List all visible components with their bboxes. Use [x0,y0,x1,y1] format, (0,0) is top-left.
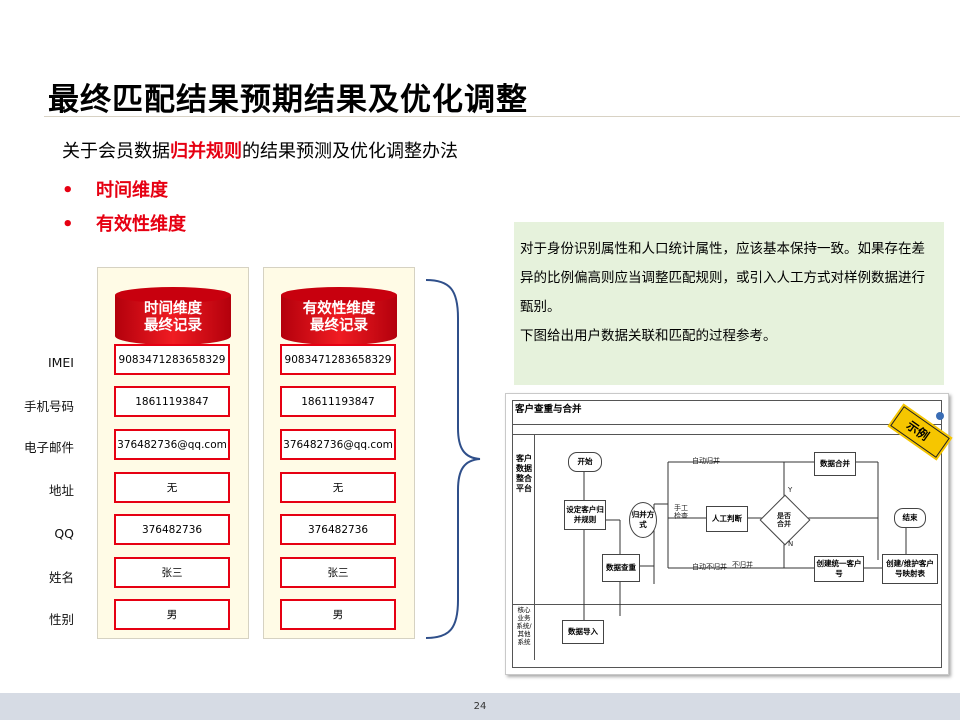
edge-no: N [788,540,794,548]
edge-manual-check: 手工检查 [674,504,688,520]
footer-bar: 24 [0,693,960,720]
record-value-gender: 男 [114,599,230,630]
row-label-email: 电子邮件 [23,440,74,455]
record-header-line2: 最终记录 [144,318,202,334]
record-value-email: 376482736@qq.com [280,429,396,460]
bullet-marker: • [62,180,74,201]
intro-prefix: 关于会员数据 [62,141,170,162]
record-value-gender: 男 [280,599,396,630]
record-value-phone: 18611193847 [114,386,230,417]
record-panel-validity: 有效性维度 最终记录 9083471283658329 18611193847 3… [263,267,415,639]
node-manual-judge: 人工判断 [706,506,748,532]
node-build-map: 创建/维护客户号映射表 [882,554,938,584]
curly-brace-icon [425,279,481,639]
example-badge: 示例 [888,406,950,458]
pin-icon [936,412,944,420]
edge-yes: Y [788,486,793,494]
intro-suffix: 的结果预测及优化调整办法 [242,141,458,162]
record-value-qq: 376482736 [280,514,396,545]
page-number: 24 [473,701,487,712]
row-label-phone: 手机号码 [23,399,74,414]
record-value-imei: 9083471283658329 [114,344,230,375]
row-label-imei: IMEI [47,355,74,370]
edge-auto-no-merge: 自动不归并 [692,563,727,571]
node-merge-mode: 归并方式 [629,502,657,538]
node-start: 开始 [568,452,602,472]
node-set-rules: 设定客户归并规则 [564,500,606,530]
record-value-name: 张三 [280,557,396,588]
page-title: 最终匹配结果预期结果及优化调整 [48,82,528,118]
edge-auto-merge: 自动归并 [692,457,720,465]
node-end: 结束 [894,508,926,528]
node-data-merge: 数据合并 [814,452,856,476]
intro-text: 关于会员数据归并规则的结果预测及优化调整办法 [62,137,458,163]
record-header-cylinder: 有效性维度 最终记录 [281,286,397,345]
record-header-line1: 有效性维度 [302,301,376,317]
intro-highlight: 归并规则 [170,141,242,162]
record-header-line1: 时间维度 [144,301,202,317]
node-merge-decision: 是否合并 [777,512,791,528]
note-paragraph-2: 下图给出用户数据关联和匹配的过程参考。 [520,328,777,344]
row-label-address: 地址 [48,483,74,498]
note-paragraph-1: 对于身份识别属性和人口统计属性，应该基本保持一致。如果存在差异的比例偏高则应当调… [520,241,925,315]
bullet-validity-label: 有效性维度 [96,214,186,235]
bullet-marker: • [62,214,74,235]
row-label-gender: 性别 [48,612,74,627]
note-box: 对于身份识别属性和人口统计属性，应该基本保持一致。如果存在差异的比例偏高则应当调… [514,222,944,385]
flow-diagram: 客户查重与合并 客户数据整合平台 核心业务系统/其他系统 开始 设定客户归并规则… [505,393,950,675]
node-create-id: 创建统一客户号 [814,556,864,582]
record-value-phone: 18611193847 [280,386,396,417]
node-data-check: 数据查重 [602,554,640,582]
record-value-address: 无 [114,472,230,503]
bullet-validity: • 有效性维度 [62,210,186,236]
bullet-time-label: 时间维度 [96,180,168,201]
record-panel-time: 时间维度 最终记录 9083471283658329 18611193847 37… [97,267,249,639]
record-header-cylinder: 时间维度 最终记录 [115,286,231,345]
record-value-name: 张三 [114,557,230,588]
row-label-qq: QQ [54,526,74,541]
node-data-import: 数据导入 [562,620,604,644]
record-value-address: 无 [280,472,396,503]
row-label-name: 姓名 [48,570,74,585]
record-header-line2: 最终记录 [310,318,368,334]
record-value-email: 376482736@qq.com [114,429,230,460]
record-value-qq: 376482736 [114,514,230,545]
bullet-time: • 时间维度 [62,176,168,202]
record-value-imei: 9083471283658329 [280,344,396,375]
title-divider [44,116,960,117]
edge-no-merge: 不归并 [732,561,753,569]
